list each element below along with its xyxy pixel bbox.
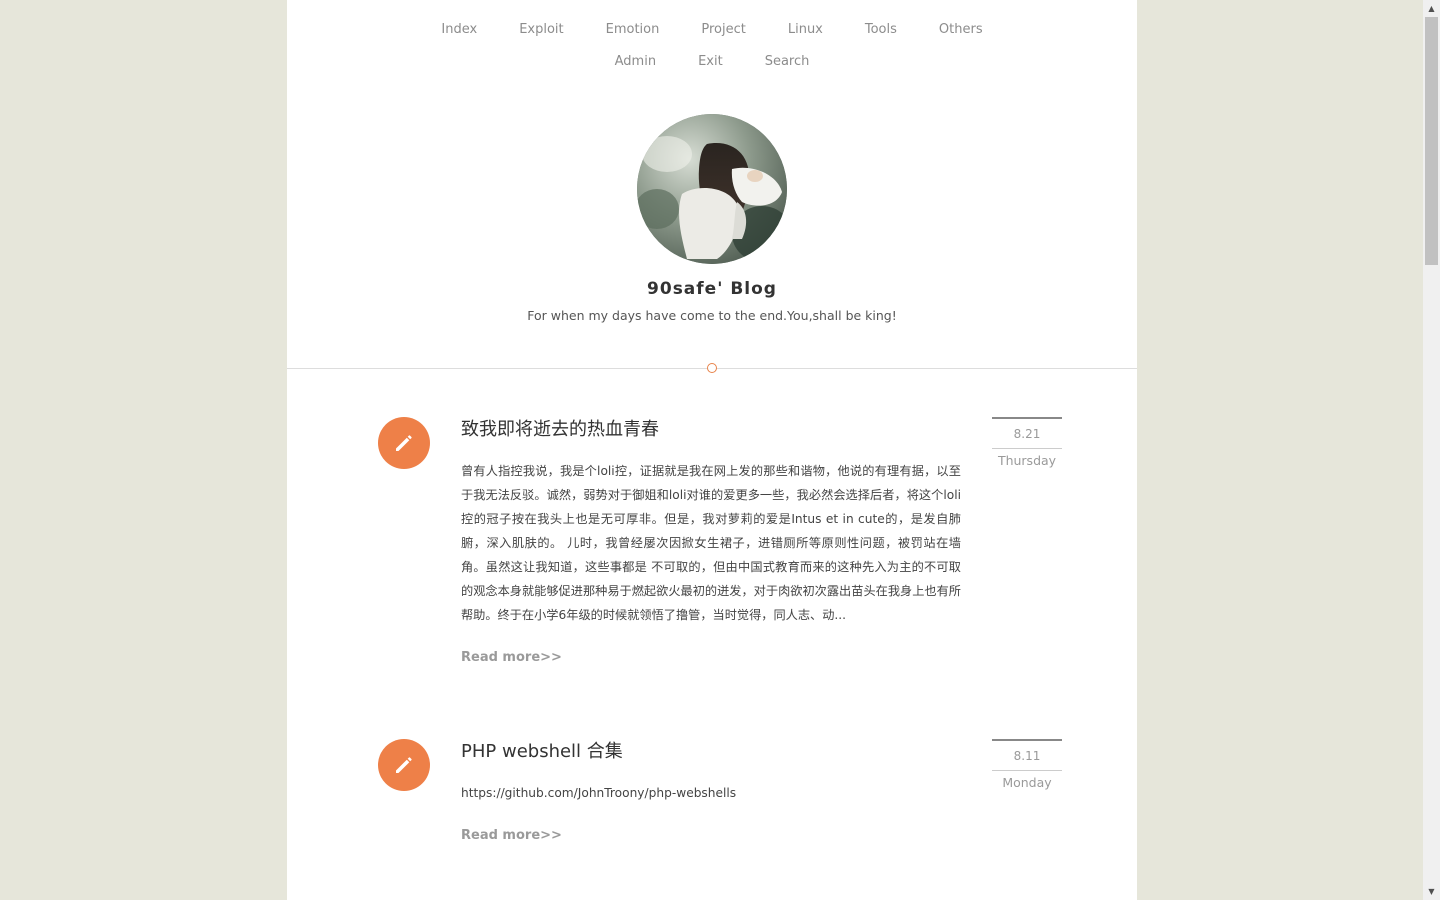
scroll-down-arrow-icon[interactable]: ▼	[1423, 883, 1440, 900]
nav-emotion[interactable]: Emotion	[585, 22, 681, 37]
avatar-photo	[637, 114, 787, 264]
nav-index[interactable]: Index	[420, 22, 498, 37]
read-more-link[interactable]: Read more>>	[461, 828, 562, 843]
site-subtitle: For when my days have come to the end.Yo…	[527, 308, 897, 323]
pencil-icon[interactable]	[378, 417, 430, 469]
scroll-up-arrow-icon[interactable]: ▲	[1423, 0, 1440, 17]
blog-page: Index Exploit Emotion Project Linux Tool…	[287, 0, 1137, 900]
site-title[interactable]: 90safe' Blog	[287, 279, 1137, 299]
read-more-link[interactable]: Read more>>	[461, 650, 562, 665]
post-date-number: 8.21	[992, 417, 1062, 449]
nav-search[interactable]: Search	[744, 54, 831, 69]
scrollbar-thumb[interactable]	[1425, 17, 1438, 265]
post-date-number: 8.11	[992, 739, 1062, 771]
nav-exit[interactable]: Exit	[677, 54, 744, 69]
post-weekday: Thursday	[997, 453, 1057, 468]
post-excerpt: 曾有人指控我说，我是个loli控，证据就是我在网上发的那些和谐物，他说的有理有据…	[461, 464, 961, 622]
main-nav: Index Exploit Emotion Project Linux Tool…	[287, 22, 1137, 37]
post-title[interactable]: 致我即将逝去的热血青春	[461, 417, 981, 443]
post-title[interactable]: PHP webshell 合集	[461, 739, 981, 765]
post-weekday: Monday	[1002, 775, 1052, 790]
avatar[interactable]	[637, 114, 787, 264]
nav-linux[interactable]: Linux	[767, 22, 844, 37]
secondary-nav: Admin Exit Search	[287, 54, 1137, 69]
pencil-icon[interactable]	[378, 739, 430, 791]
nav-tools[interactable]: Tools	[844, 22, 918, 37]
divider-dot	[707, 363, 717, 373]
nav-exploit[interactable]: Exploit	[498, 22, 584, 37]
nav-admin[interactable]: Admin	[594, 54, 677, 69]
post-excerpt: https://github.com/JohnTroony/php-webshe…	[461, 786, 737, 800]
vertical-scrollbar[interactable]: ▲ ▼	[1423, 0, 1440, 900]
post-date: 8.21 Thursday	[992, 417, 1062, 468]
nav-project[interactable]: Project	[680, 22, 766, 37]
nav-others[interactable]: Others	[918, 22, 1004, 37]
post-date: 8.11 Monday	[992, 739, 1062, 790]
